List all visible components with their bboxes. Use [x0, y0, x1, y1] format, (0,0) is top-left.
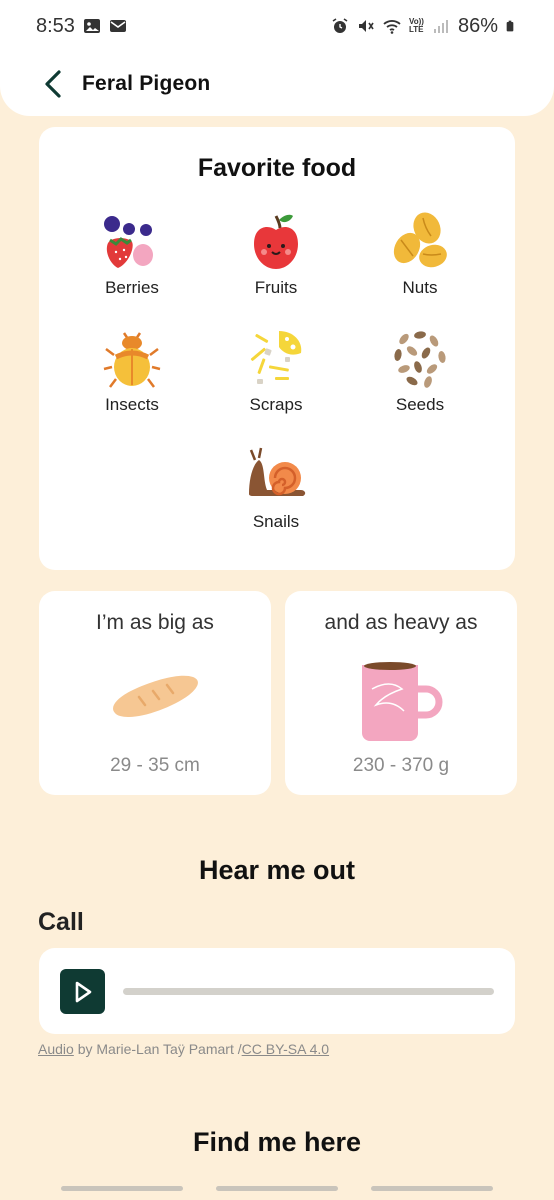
nuts-icon	[393, 212, 447, 268]
baguette-icon	[113, 675, 198, 717]
food-label: Berries	[105, 278, 159, 297]
wifi-icon	[383, 20, 401, 34]
hear-me-out-title: Hear me out	[198, 855, 356, 885]
system-nav-bar	[0, 1176, 554, 1200]
food-item-fruits: Fruits	[216, 210, 336, 298]
favorite-food-card: Favorite food Berries Fruits Nuts Insect…	[39, 127, 515, 570]
alarm-icon	[332, 18, 348, 33]
audio-credit-link[interactable]: Audio	[38, 1041, 74, 1057]
nav-recents-button[interactable]	[61, 1186, 183, 1191]
page-title: Feral Pigeon	[82, 72, 211, 95]
find-me-here-title: Find me here	[192, 1127, 362, 1157]
food-label: Nuts	[402, 278, 438, 297]
nav-back-button[interactable]	[371, 1186, 493, 1191]
beetle-icon	[103, 332, 161, 388]
scraps-icon	[250, 331, 302, 384]
weight-value: 230 - 370 g	[352, 755, 450, 776]
mute-icon	[359, 20, 374, 32]
audio-credit: Audio by Marie-Lan Taÿ Pamart /CC BY-SA …	[38, 1041, 329, 1057]
food-label: Insects	[105, 395, 159, 414]
back-button[interactable]	[38, 69, 68, 99]
image-icon	[83, 19, 100, 33]
volte-bottom-text: LTE	[409, 25, 424, 34]
signal-icon	[433, 20, 448, 33]
audio-player	[39, 948, 515, 1034]
seeds-icon	[394, 331, 446, 388]
volte-icon: Vo)) LTE	[409, 18, 424, 34]
size-value: 29 - 35 cm	[110, 755, 200, 776]
weight-title: and as heavy as	[324, 611, 478, 634]
food-label: Snails	[252, 512, 300, 531]
app-bar: Feral Pigeon	[0, 52, 554, 116]
food-item-seeds: Seeds	[360, 327, 480, 415]
status-bar: 8:53 Vo)) LTE 86%	[0, 0, 554, 52]
audio-credit-author: by Marie-Lan Taÿ Pamart /	[73, 1041, 242, 1057]
mug-icon	[362, 662, 443, 741]
status-time: 8:53	[36, 14, 75, 37]
food-label: Scraps	[249, 395, 303, 414]
nav-home-button[interactable]	[216, 1186, 338, 1191]
play-icon	[75, 981, 91, 1002]
food-item-nuts: Nuts	[360, 210, 480, 298]
call-label: Call	[38, 908, 84, 936]
battery-icon	[506, 20, 514, 32]
size-title: I’m as big as	[96, 611, 214, 634]
food-label: Seeds	[395, 395, 445, 414]
weight-card: and as heavy as 230 - 370 g	[285, 591, 517, 795]
apple-icon	[254, 214, 298, 269]
battery-percent: 86%	[457, 14, 498, 37]
mail-icon	[109, 20, 126, 32]
favorite-food-title: Favorite food	[197, 154, 357, 182]
play-button[interactable]	[60, 969, 105, 1014]
food-label: Fruits	[254, 278, 298, 297]
food-item-berries: Berries	[72, 210, 192, 298]
berries-icon	[104, 216, 153, 268]
license-link[interactable]: CC BY-SA 4.0	[242, 1041, 329, 1057]
back-arrow-icon	[45, 70, 61, 98]
snail-icon	[249, 447, 306, 496]
food-item-insects: Insects	[72, 327, 192, 415]
food-item-snails: Snails	[216, 444, 336, 532]
size-card: I’m as big as 29 - 35 cm	[39, 591, 271, 795]
food-item-scraps: Scraps	[216, 327, 336, 415]
audio-progress-bar[interactable]	[123, 988, 494, 995]
